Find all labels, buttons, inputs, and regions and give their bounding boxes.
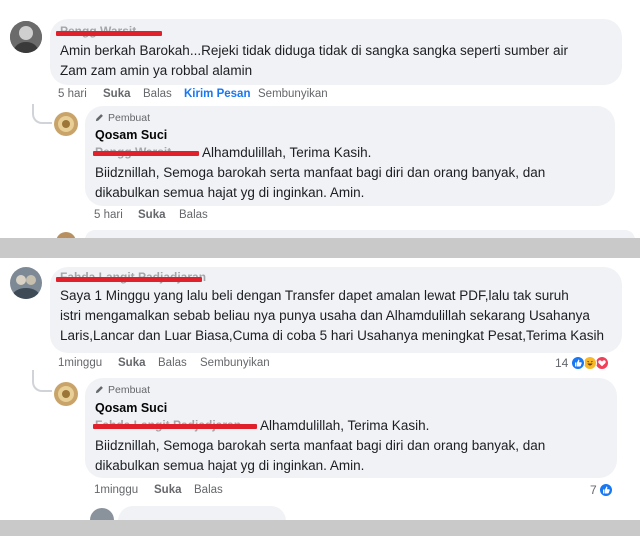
reply-text-line: Biidznillah, Semoga barokah serta manfaa… bbox=[95, 438, 546, 453]
name-redaction-bar bbox=[56, 277, 202, 282]
comment-actions: 1minggu Suka Balas Sembunyikan bbox=[58, 357, 358, 373]
reply-author-name[interactable]: Qosam Suci bbox=[95, 401, 167, 415]
reply-text-line: Alhamdulillah, Terima Kasih. bbox=[202, 145, 372, 160]
author-badge-label: Pembuat bbox=[108, 384, 151, 396]
comment-time[interactable]: 1minggu bbox=[58, 357, 102, 369]
author-avatar[interactable] bbox=[54, 112, 78, 136]
reply-thread-line bbox=[32, 104, 52, 124]
author-badge-label: Pembuat bbox=[108, 112, 151, 124]
hide-button[interactable]: Sembunyikan bbox=[200, 357, 270, 369]
reply-button[interactable]: Balas bbox=[194, 484, 223, 496]
top-comment-panel: Pengg Warsit Amin berkah Barokah...Rejek… bbox=[0, 0, 640, 238]
reply-actions: 5 hari Suka Balas bbox=[94, 209, 294, 225]
like-reaction-icon bbox=[571, 356, 585, 370]
commenter-avatar[interactable] bbox=[10, 21, 42, 53]
reply-text-line: Biidznillah, Semoga barokah serta manfaa… bbox=[95, 165, 546, 180]
like-button[interactable]: Suka bbox=[103, 88, 131, 100]
comment-actions: 5 hari Suka Balas Kirim Pesan Sembunyika… bbox=[58, 88, 458, 104]
screenshot-divider bbox=[0, 238, 640, 258]
reply-text-line: dikabulkan semua hajat yg di inginkan. A… bbox=[95, 458, 365, 473]
next-reply-bubble-partial bbox=[85, 230, 635, 238]
pencil-icon bbox=[95, 386, 103, 394]
comment-time[interactable]: 5 hari bbox=[58, 88, 87, 100]
reply-actions: 1minggu Suka Balas bbox=[94, 484, 294, 500]
reply-thread-line bbox=[32, 370, 52, 392]
author-badge: Pembuat bbox=[95, 112, 150, 124]
reply-time[interactable]: 5 hari bbox=[94, 209, 123, 221]
like-reaction-icon bbox=[599, 483, 613, 497]
author-avatar[interactable] bbox=[54, 382, 78, 406]
reply-text-line: dikabulkan semua hajat yg di inginkan. A… bbox=[95, 185, 365, 200]
reply-button[interactable]: Balas bbox=[158, 357, 187, 369]
screenshot-divider bbox=[0, 520, 640, 536]
next-reply-bubble-partial bbox=[118, 506, 286, 520]
love-reaction-icon bbox=[595, 356, 609, 370]
reply-button[interactable]: Balas bbox=[143, 88, 172, 100]
reaction-count: 7 bbox=[590, 483, 597, 497]
name-redaction-bar bbox=[56, 31, 162, 36]
like-button[interactable]: Suka bbox=[118, 357, 146, 369]
comment-text-line: Amin berkah Barokah...Rejeki tidak didug… bbox=[60, 43, 569, 58]
reply-author-name[interactable]: Qosam Suci bbox=[95, 128, 167, 142]
like-button[interactable]: Suka bbox=[138, 209, 166, 221]
haha-reaction-icon bbox=[583, 356, 597, 370]
comment-text-line: Laris,Lancar dan Luar Biasa,Cuma di coba… bbox=[60, 328, 605, 343]
pencil-icon bbox=[95, 114, 103, 122]
reply-button[interactable]: Balas bbox=[179, 209, 208, 221]
send-message-button[interactable]: Kirim Pesan bbox=[184, 88, 250, 100]
comment-text-line: istri mengamalkan sebab beliau nya punya… bbox=[60, 308, 590, 323]
reply-time[interactable]: 1minggu bbox=[94, 484, 138, 496]
commenter-avatar[interactable] bbox=[10, 267, 42, 299]
like-button[interactable]: Suka bbox=[154, 484, 182, 496]
comment-text-line: Zam zam amin ya robbal alamin bbox=[60, 63, 253, 78]
comment-text-line: Saya 1 Minggu yang lalu beli dengan Tran… bbox=[60, 288, 569, 303]
mention-redaction-bar bbox=[93, 151, 199, 156]
mention-redaction-bar bbox=[93, 424, 257, 429]
reaction-count: 14 bbox=[555, 356, 569, 370]
comment-reactions[interactable]: 14 bbox=[552, 355, 622, 373]
next-avatar-partial bbox=[90, 508, 114, 520]
hide-button[interactable]: Sembunyikan bbox=[258, 88, 328, 100]
reply-reactions[interactable]: 7 bbox=[584, 482, 620, 500]
bottom-comment-panel: Fahda Langit Padjadjaran Saya 1 Minggu y… bbox=[0, 258, 640, 520]
author-badge: Pembuat bbox=[95, 384, 150, 396]
reply-text-line: Alhamdulillah, Terima Kasih. bbox=[260, 418, 430, 433]
